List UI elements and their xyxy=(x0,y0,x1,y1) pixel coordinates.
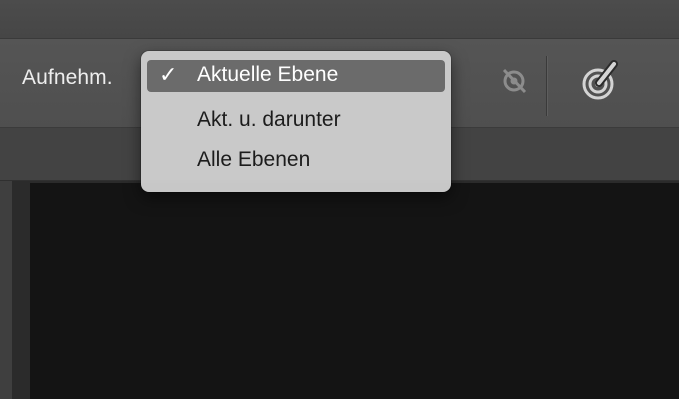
menu-item-current-layer[interactable]: ✓ Aktuelle Ebene xyxy=(147,60,445,92)
menu-item-label: Akt. u. darunter xyxy=(197,108,341,131)
sample-dropdown-menu[interactable]: ✓ Aktuelle Ebene Akt. u. darunter Alle E… xyxy=(141,51,451,192)
document-canvas[interactable] xyxy=(30,183,679,399)
sample-label: Aufnehm. xyxy=(22,66,113,89)
ignore-adjustment-layers-icon[interactable] xyxy=(498,64,530,96)
checkmark-icon: ✓ xyxy=(159,63,178,88)
pressure-brush-icon[interactable] xyxy=(580,58,620,102)
menu-item-label: Alle Ebenen xyxy=(197,148,311,171)
left-panel-edge xyxy=(0,181,12,399)
menu-item-all-layers[interactable]: Alle Ebenen xyxy=(147,145,445,177)
toolbar-separator xyxy=(546,56,547,116)
title-bar xyxy=(0,0,679,39)
menu-item-label: Aktuelle Ebene xyxy=(197,63,339,86)
menu-item-current-and-below[interactable]: Akt. u. darunter xyxy=(147,105,445,137)
